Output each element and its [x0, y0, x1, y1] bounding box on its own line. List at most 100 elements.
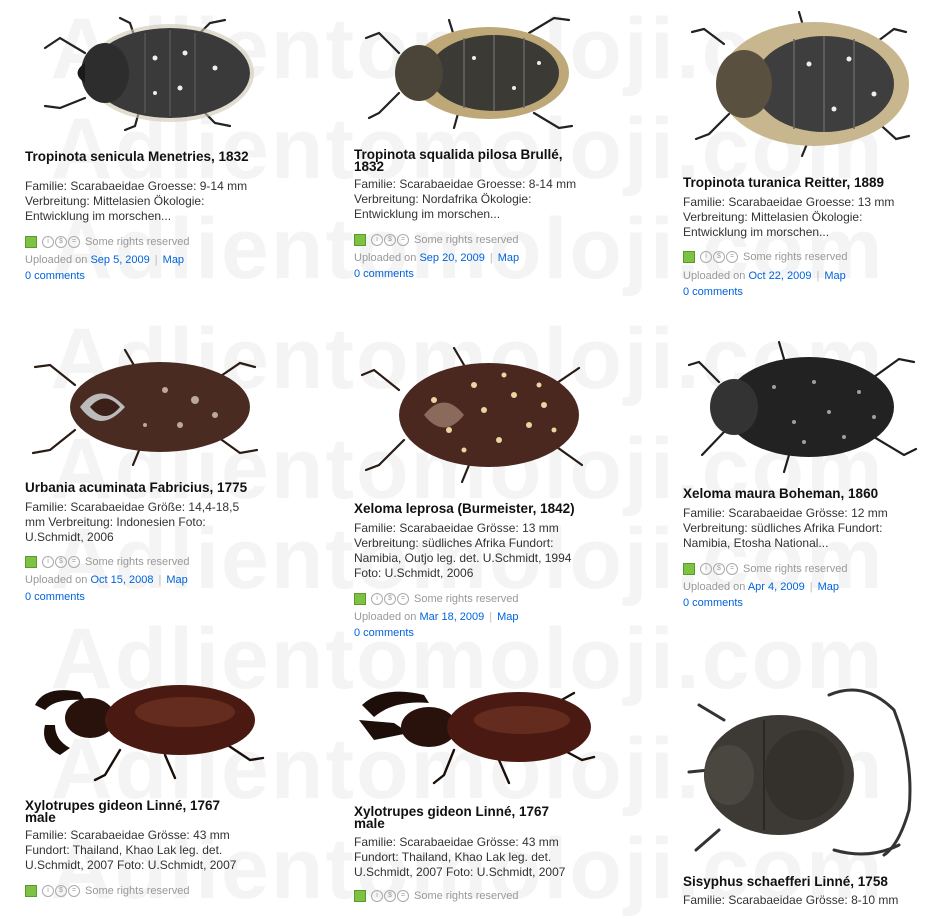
license-flag-icon: [683, 251, 695, 263]
photo-description: Familie: Scarabaeidae Grösse: 8-10 mm: [683, 893, 899, 907]
photo-thumbnail[interactable]: [684, 337, 924, 477]
license-flag-icon: [354, 234, 366, 246]
license-text[interactable]: Some rights reserved: [85, 885, 190, 897]
cc-nd-icon[interactable]: =: [397, 593, 409, 605]
map-link[interactable]: Map: [818, 581, 839, 593]
cc-nc-icon[interactable]: $: [55, 556, 67, 568]
photo-thumbnail[interactable]: [25, 670, 270, 785]
license-row: i $ = Some rights reserved: [354, 890, 519, 902]
license-row: i $ = Some rights reserved: [25, 556, 190, 568]
uploaded-prefix: Uploaded on: [354, 252, 417, 264]
photo-description: Familie: Scarabaeidae Grösse: 13 mm Verb…: [354, 521, 572, 580]
comments-link[interactable]: 0 comments: [354, 268, 414, 280]
license-flag-icon: [25, 236, 37, 248]
license-flag-icon: [683, 563, 695, 575]
photo-title[interactable]: Xylotrupes gideon Linné, 1767 male: [354, 805, 579, 831]
comments-link[interactable]: 0 comments: [683, 597, 743, 609]
license-row: i $ = Some rights reserved: [354, 593, 519, 605]
uploaded-prefix: Uploaded on: [354, 611, 417, 623]
upload-date-link[interactable]: Apr 4, 2009: [748, 581, 805, 593]
cc-nc-icon[interactable]: $: [55, 885, 67, 897]
upload-date-link[interactable]: Mar 18, 2009: [419, 611, 484, 623]
map-link[interactable]: Map: [497, 611, 518, 623]
cc-nd-icon[interactable]: =: [68, 236, 80, 248]
cc-nc-icon[interactable]: $: [384, 234, 396, 246]
photo-description: Familie: Scarabaeidae Größe: 14,4-18,5 m…: [25, 500, 240, 544]
cc-by-icon[interactable]: i: [371, 593, 383, 605]
uploaded-prefix: Uploaded on: [25, 254, 88, 266]
license-flag-icon: [354, 890, 366, 902]
cc-by-icon[interactable]: i: [700, 563, 712, 575]
cc-by-icon[interactable]: i: [42, 236, 54, 248]
license-text[interactable]: Some rights reserved: [414, 890, 519, 902]
cc-nd-icon[interactable]: =: [726, 251, 738, 263]
photo-title[interactable]: Xeloma leprosa (Burmeister, 1842): [354, 502, 604, 516]
cc-nd-icon[interactable]: =: [726, 563, 738, 575]
photo-thumbnail[interactable]: [354, 675, 599, 790]
upload-date-link[interactable]: Sep 20, 2009: [419, 252, 484, 264]
license-text[interactable]: Some rights reserved: [743, 563, 848, 575]
upload-meta: Uploaded on Sep 20, 2009 | Map: [354, 252, 520, 264]
photo-description: Familie: Scarabaeidae Groesse: 9-14 mm V…: [25, 179, 248, 223]
map-link[interactable]: Map: [824, 270, 845, 282]
cc-nc-icon[interactable]: $: [55, 236, 67, 248]
photo-title[interactable]: Tropinota squalida pilosa Brullé, 1832: [354, 148, 584, 174]
comments-link[interactable]: 0 comments: [25, 270, 85, 282]
upload-date-link[interactable]: Oct 15, 2008: [90, 574, 153, 586]
cc-nc-icon[interactable]: $: [384, 593, 396, 605]
photo-thumbnail[interactable]: [354, 340, 594, 490]
cc-by-icon[interactable]: i: [700, 251, 712, 263]
cc-by-icon[interactable]: i: [42, 885, 54, 897]
license-text[interactable]: Some rights reserved: [414, 593, 519, 605]
photo-thumbnail[interactable]: [684, 4, 924, 164]
photo-description: Familie: Scarabaeidae Grösse: 43 mm Fund…: [354, 835, 566, 879]
comments-link[interactable]: 0 comments: [354, 627, 414, 639]
license-text[interactable]: Some rights reserved: [743, 251, 848, 263]
upload-date-link[interactable]: Oct 22, 2009: [748, 270, 811, 282]
upload-date-link[interactable]: Sep 5, 2009: [90, 254, 149, 266]
photo-title[interactable]: Tropinota turanica Reitter, 1889: [683, 176, 923, 190]
license-row: i $ = Some rights reserved: [25, 885, 190, 897]
photo-title[interactable]: Xylotrupes gideon Linné, 1767 male: [25, 799, 250, 825]
photo-thumbnail[interactable]: [684, 680, 924, 865]
license-text[interactable]: Some rights reserved: [85, 236, 190, 248]
comments-link[interactable]: 0 comments: [683, 286, 743, 298]
license-row: i $ = Some rights reserved: [683, 251, 848, 263]
license-row: i $ = Some rights reserved: [25, 236, 190, 248]
uploaded-prefix: Uploaded on: [683, 270, 746, 282]
cc-by-icon[interactable]: i: [371, 234, 383, 246]
photo-title[interactable]: Xeloma maura Boheman, 1860: [683, 487, 923, 501]
cc-nc-icon[interactable]: $: [713, 251, 725, 263]
cc-nd-icon[interactable]: =: [68, 885, 80, 897]
cc-nd-icon[interactable]: =: [397, 234, 409, 246]
photo-title[interactable]: Tropinota senicula Menetries, 1832: [25, 150, 255, 164]
license-row: i $ = Some rights reserved: [683, 563, 848, 575]
map-link[interactable]: Map: [498, 252, 519, 264]
photo-description: Familie: Scarabaeidae Groesse: 8-14 mm V…: [354, 177, 577, 221]
photo-thumbnail[interactable]: [354, 8, 594, 138]
photo-title[interactable]: Urbania acuminata Fabricius, 1775: [25, 481, 270, 495]
photo-description: Familie: Scarabaeidae Groesse: 13 mm Ver…: [683, 195, 895, 239]
license-row: i $ = Some rights reserved: [354, 234, 519, 246]
upload-meta: Uploaded on Oct 15, 2008 | Map: [25, 574, 188, 586]
license-flag-icon: [25, 556, 37, 568]
cc-by-icon[interactable]: i: [42, 556, 54, 568]
comments-link[interactable]: 0 comments: [25, 591, 85, 603]
photo-thumbnail[interactable]: [25, 345, 265, 470]
map-link[interactable]: Map: [163, 254, 184, 266]
license-flag-icon: [25, 885, 37, 897]
photo-description: Familie: Scarabaeidae Grösse: 12 mm Verb…: [683, 506, 888, 550]
cc-nc-icon[interactable]: $: [384, 890, 396, 902]
upload-meta: Uploaded on Apr 4, 2009 | Map: [683, 581, 839, 593]
cc-nd-icon[interactable]: =: [397, 890, 409, 902]
photo-title[interactable]: Sisyphus schaefferi Linné, 1758: [683, 875, 928, 889]
map-link[interactable]: Map: [166, 574, 187, 586]
uploaded-prefix: Uploaded on: [683, 581, 746, 593]
cc-nc-icon[interactable]: $: [713, 563, 725, 575]
cc-by-icon[interactable]: i: [371, 890, 383, 902]
uploaded-prefix: Uploaded on: [25, 574, 88, 586]
cc-nd-icon[interactable]: =: [68, 556, 80, 568]
photo-thumbnail[interactable]: [25, 8, 265, 138]
license-text[interactable]: Some rights reserved: [414, 234, 519, 246]
license-text[interactable]: Some rights reserved: [85, 556, 190, 568]
